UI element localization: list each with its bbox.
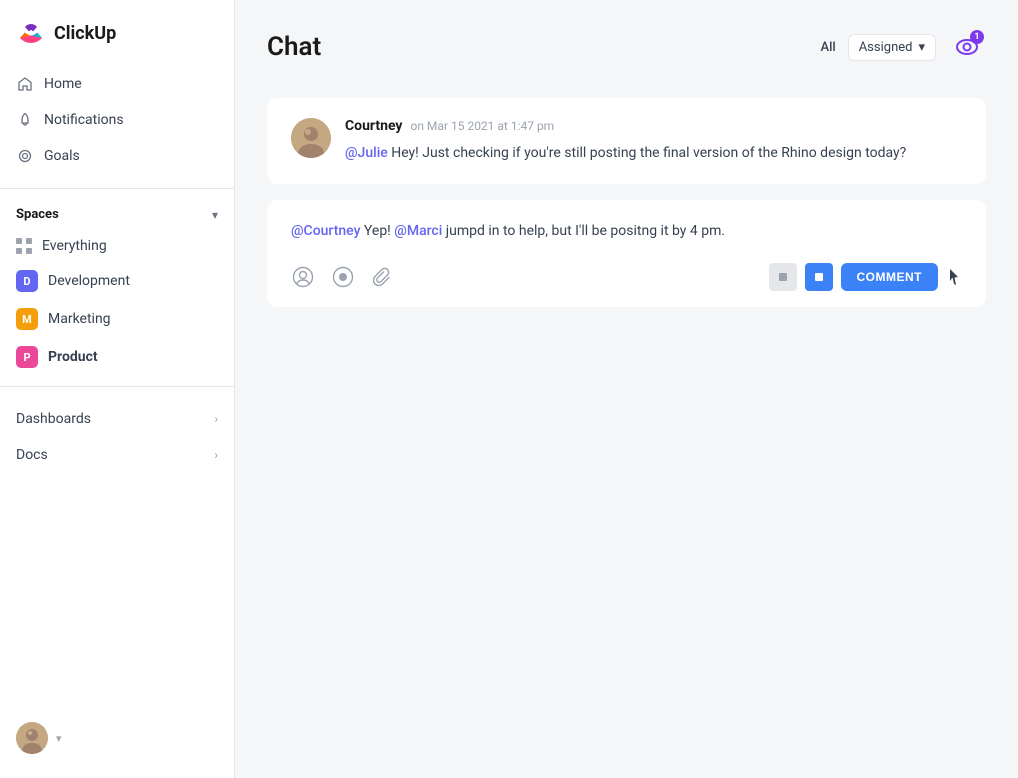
format-btn-1[interactable] [769,263,797,291]
page-header: Chat All Assigned ▾ 1 [235,0,1018,82]
attach-icon[interactable] [371,265,395,289]
nav-goals-label: Goals [44,148,80,164]
nav-goals[interactable]: Goals [0,138,234,174]
spaces-label: Spaces [16,207,59,222]
comment-button[interactable]: COMMENT [841,263,939,291]
nav-notifications-label: Notifications [44,112,124,128]
space-marketing[interactable]: M Marketing [0,300,234,338]
message-1-time: on Mar 15 2021 at 1:47 pm [410,119,554,133]
user-chevron-icon: ▾ [56,732,62,745]
spaces-header[interactable]: Spaces ▾ [0,199,234,230]
notification-bell[interactable]: 1 [948,28,986,66]
space-product-label: Product [48,349,98,365]
reply-text-1: Yep! [360,223,394,239]
reply-text: @Courtney Yep! @Marci jumpd in to help, … [291,220,962,242]
marketing-badge: M [16,308,38,330]
mention-marci: @Marci [394,223,442,239]
avatar [16,722,48,754]
dashboards-item[interactable]: Dashboards › [0,401,234,437]
message-1-header: Courtney on Mar 15 2021 at 1:47 pm [345,118,962,134]
message-1-content: Courtney on Mar 15 2021 at 1:47 pm @Juli… [345,118,962,164]
space-product[interactable]: P Product [0,338,234,376]
space-marketing-label: Marketing [48,311,111,327]
space-development[interactable]: D Development [0,262,234,300]
user-circle-icon[interactable] [291,265,315,289]
message-1: Courtney on Mar 15 2021 at 1:47 pm @Juli… [267,98,986,184]
bell-icon [16,111,34,129]
reply-box: @Courtney Yep! @Marci jumpd in to help, … [267,200,986,306]
user-profile[interactable]: ▾ [0,710,234,766]
header-actions: All Assigned ▾ 1 [820,28,986,66]
format-btn-2[interactable] [805,263,833,291]
chat-area: Courtney on Mar 15 2021 at 1:47 pm @Juli… [235,82,1018,778]
dashboards-label: Dashboards [16,411,91,427]
reply-icons [291,265,395,289]
nav-home[interactable]: Home [0,66,234,102]
docs-label: Docs [16,447,48,463]
docs-left: Docs [16,447,48,463]
record-icon[interactable] [331,265,355,289]
notification-count: 1 [970,30,984,44]
mention-julie: @Julie [345,145,388,161]
nav-home-label: Home [44,76,82,92]
space-everything-label: Everything [42,238,107,254]
reply-text-2: jumpd in to help, but I'll be positng it… [442,223,725,239]
development-badge: D [16,270,38,292]
courtney-avatar [291,118,331,158]
clickup-logo-icon [16,18,46,48]
nav-notifications[interactable]: Notifications [0,102,234,138]
divider-1 [0,188,234,189]
app-name: ClickUp [54,23,116,44]
main-content: Chat All Assigned ▾ 1 [235,0,1018,778]
docs-item[interactable]: Docs › [0,437,234,473]
main-nav: Home Notifications Goals [0,62,234,178]
page-title: Chat [267,32,321,62]
reply-toolbar: COMMENT [291,263,962,291]
reply-actions: COMMENT [769,263,963,291]
sidebar: ClickUp Home Notifications Goals Spaces … [0,0,235,778]
assigned-label: Assigned [859,40,913,55]
cursor-icon [946,267,962,287]
dashboards-left: Dashboards [16,411,91,427]
sidebar-sections: Dashboards › Docs › [0,401,234,473]
message-1-author: Courtney [345,118,402,134]
assigned-filter[interactable]: Assigned ▾ [848,34,936,61]
space-everything[interactable]: Everything [0,230,234,262]
divider-2 [0,386,234,387]
filter-all[interactable]: All [820,40,835,55]
space-development-label: Development [48,273,130,289]
grid-icon [16,238,32,254]
message-1-body: Hey! Just checking if you're still posti… [388,145,907,161]
goals-icon [16,147,34,165]
message-1-text: @Julie Hey! Just checking if you're stil… [345,142,962,164]
logo[interactable]: ClickUp [0,0,234,62]
mention-courtney: @Courtney [291,223,360,239]
assigned-chevron-icon: ▾ [918,40,925,55]
docs-chevron: › [214,448,218,462]
chevron-down-icon: ▾ [212,208,218,222]
product-badge: P [16,346,38,368]
dashboards-chevron: › [214,412,218,426]
home-icon [16,75,34,93]
